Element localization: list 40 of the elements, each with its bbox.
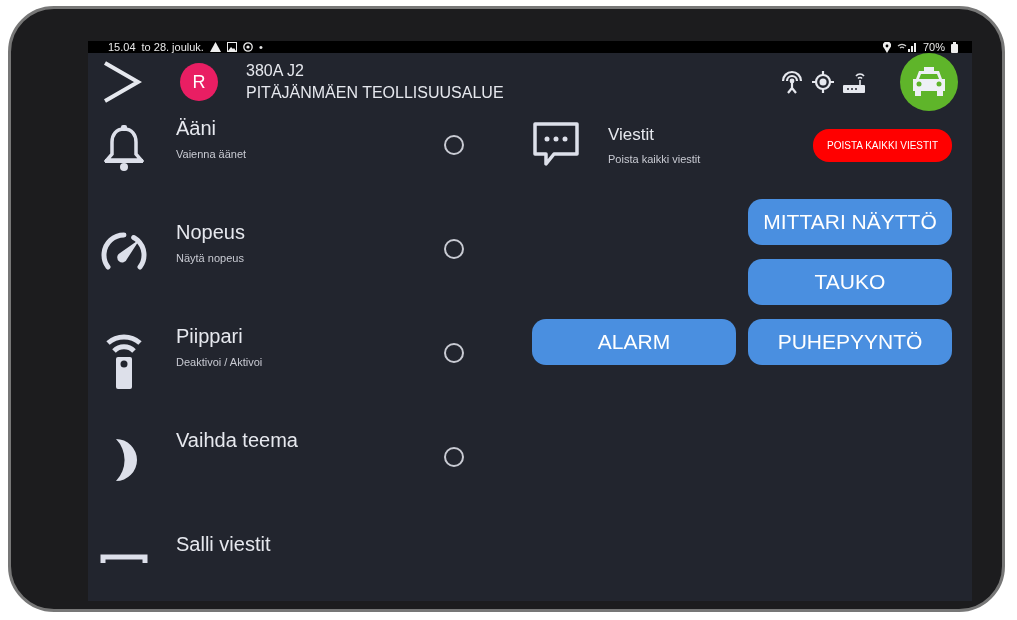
chat-icon <box>532 121 580 169</box>
messages-title: Viestit <box>608 125 655 145</box>
delete-all-messages-button[interactable]: POISTA KAIKKI VIESTIT <box>813 129 952 162</box>
action-button[interactable]: MITTARI NÄYTTÖ <box>748 199 952 245</box>
battery-icon <box>951 41 958 53</box>
setting-title: Piippari <box>176 325 244 348</box>
radio-toggle[interactable] <box>444 239 464 259</box>
vehicle-id: 380A J2 <box>246 62 305 80</box>
gps-target-icon[interactable] <box>812 71 834 93</box>
chevron-right-icon[interactable] <box>102 60 142 104</box>
setting-subtitle: Vaienna äänet <box>176 148 248 160</box>
setting-title: Salli viestit <box>176 533 272 556</box>
taxi-icon <box>912 67 946 97</box>
setting-title: Nopeus <box>176 221 246 244</box>
warning-icon <box>209 42 221 52</box>
battery-percent: 70% <box>922 41 945 53</box>
setting-title: Vaihda teema <box>176 429 299 452</box>
setting-subtitle: Näytä nopeus <box>176 252 245 264</box>
location-name: PITÄJÄNMÄEN TEOLLISUUSALUE <box>246 84 504 102</box>
radio-toggle[interactable] <box>444 343 464 363</box>
radio-toggle[interactable] <box>444 135 464 155</box>
status-time: 15.04 <box>108 41 136 53</box>
action-button[interactable]: ALARM <box>532 319 736 365</box>
setting-title: Ääni <box>176 117 218 140</box>
status-date: to 28. jouluk. <box>141 41 204 53</box>
radio-toggle[interactable] <box>444 447 464 467</box>
setting-subtitle: Deaktivoi / Aktivoi <box>176 356 264 368</box>
messages-subtitle: Poista kaikki viestit <box>608 153 701 165</box>
status-dot: • <box>258 41 263 53</box>
signal-icon <box>896 42 917 52</box>
bell-icon <box>104 125 144 171</box>
image-icon <box>226 42 237 52</box>
antenna-icon[interactable] <box>780 70 804 94</box>
avatar: R <box>180 63 218 101</box>
remote-signal-icon <box>104 333 144 389</box>
taxi-button[interactable] <box>900 53 958 111</box>
target-icon <box>242 42 253 52</box>
router-icon[interactable] <box>842 70 866 94</box>
action-button[interactable]: TAUKO <box>748 259 952 305</box>
action-button[interactable]: PUHEPYYNTÖ <box>748 319 952 365</box>
